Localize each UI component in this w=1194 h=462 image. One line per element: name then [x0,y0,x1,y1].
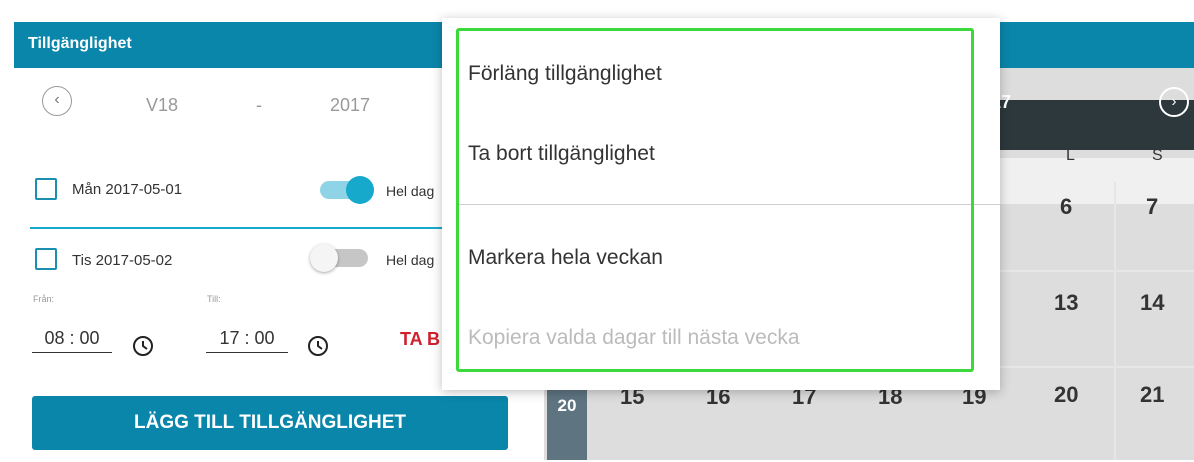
clock-icon[interactable] [132,335,154,357]
add-availability-button[interactable]: LÄGG TILL TILLGÄNGLIGHET [32,396,508,450]
remove-link[interactable]: TA B [400,329,440,350]
cell-divider [1000,366,1194,368]
prev-week-button[interactable]: ‹ [42,86,72,116]
chevron-left-icon: ‹ [54,91,60,108]
day-label-tue: Tis 2017-05-02 [72,252,173,269]
week-label: V18 [146,95,179,115]
to-time-input[interactable]: 17 : 00 [206,328,288,353]
next-month-button[interactable]: › [1159,87,1189,117]
toggle-knob-tue [310,244,338,272]
calendar-day[interactable]: 21 [1140,382,1164,408]
day-header-sat: L [1066,147,1075,164]
day-checkbox-tue[interactable] [35,248,57,270]
week-number-badge: 20 [547,388,587,460]
toggle-knob-mon [346,176,374,204]
from-label: Från: [33,294,55,304]
to-label: Till: [207,294,221,304]
chevron-right-icon: › [1171,93,1177,110]
calendar-day[interactable]: 7 [1146,194,1158,220]
day-header-sun: S [1152,147,1163,164]
panel-title: Tillgänglighet [28,35,132,52]
all-day-label-tue: Hel dag [386,252,435,268]
calendar-day[interactable]: 6 [1060,194,1072,220]
calendar-day[interactable]: 20 [1054,382,1078,408]
day-label-mon: Mån 2017-05-01 [72,181,183,198]
calendar-day[interactable]: 14 [1140,290,1164,316]
from-time-input[interactable]: 08 : 00 [32,328,112,353]
clock-icon[interactable] [307,335,329,357]
calendar-day[interactable]: 13 [1054,290,1078,316]
week-year: 2017 [330,95,371,115]
day-divider [30,227,444,229]
week-year-separator: - [256,95,262,115]
cell-divider [1114,182,1116,460]
menu-highlight-frame [456,28,974,372]
cell-divider [1000,270,1194,272]
day-checkbox-mon[interactable] [35,178,57,200]
all-day-label-mon: Hel dag [386,183,435,199]
